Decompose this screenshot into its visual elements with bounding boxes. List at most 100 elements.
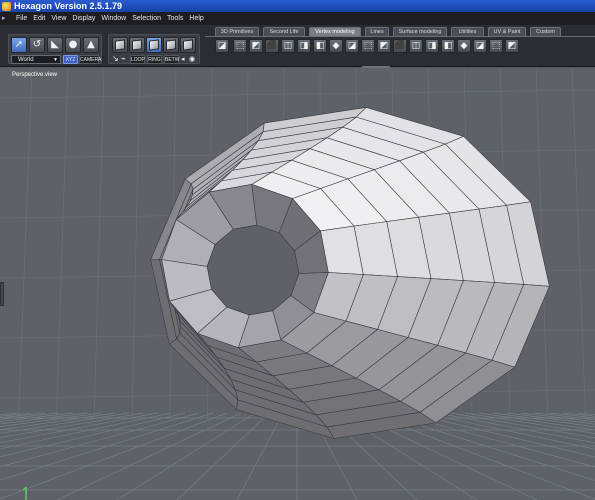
tab-utilities[interactable]: Utilities xyxy=(451,27,484,36)
torus-mesh[interactable] xyxy=(150,107,550,440)
axis-gizmo-icon xyxy=(22,486,27,500)
weld-icon: ⬛ xyxy=(266,41,278,51)
vertex-tool-button[interactable]: ◨ xyxy=(425,39,439,53)
tweak-icon[interactable]: ↘ xyxy=(112,54,119,64)
tab-surface-modeling[interactable]: Surface modeling xyxy=(393,27,447,36)
sphere-select-button[interactable]: ● xyxy=(65,37,81,53)
menu-view[interactable]: View xyxy=(48,12,69,25)
extrude-icon: ⬚ xyxy=(235,41,245,51)
vertex-tool-button[interactable]: ◪ xyxy=(473,39,487,53)
vertex-tool-button[interactable]: ⬛ xyxy=(265,39,279,53)
side-panel-handle[interactable] xyxy=(0,282,4,306)
vertex-tool-button[interactable]: ⬚ xyxy=(361,39,375,53)
tab-lines[interactable]: Lines xyxy=(365,27,389,36)
tab-strip-divider xyxy=(205,36,595,37)
vertex-tool-button[interactable]: ◆ xyxy=(329,39,343,53)
coordinate-system-select[interactable]: World ▼ xyxy=(11,55,61,64)
grid-line xyxy=(116,412,256,500)
chevron-down-icon: ▼ xyxy=(53,57,58,63)
cube-edge-icon xyxy=(132,39,142,51)
menu-tools[interactable]: Tools xyxy=(164,12,186,25)
grid-line xyxy=(436,412,595,444)
grid-line xyxy=(0,412,228,500)
grid-line xyxy=(571,68,586,419)
tab-3d-primitives[interactable]: 3D Primitives xyxy=(215,27,259,36)
grow-selection-icon[interactable]: ◂ xyxy=(181,54,185,64)
loop-button[interactable]: LOOP xyxy=(130,55,145,64)
tab-vertex-modeling[interactable]: Vertex modeling xyxy=(309,27,361,36)
toolbar: ➚ ↺ ◣ ● ▲ World ▼ XYZ CAMERA ↘ ⌁ LOOP RI… xyxy=(0,25,595,67)
bridge-icon: ◨ xyxy=(299,41,309,51)
extrude-icon: ⬚ xyxy=(491,41,501,51)
tab-uv-paint[interactable]: UV & Paint xyxy=(488,27,526,36)
camera-button[interactable]: CAMERA xyxy=(79,55,101,64)
bevel-icon: ◩ xyxy=(251,41,261,51)
grid-line xyxy=(506,412,595,425)
grid-line xyxy=(492,412,595,428)
vertex-tool-button[interactable]: ◩ xyxy=(377,39,391,53)
vertex-tool-button[interactable]: ◫ xyxy=(409,39,423,53)
cube-face-icon xyxy=(149,39,159,51)
vertex-tool-button[interactable]: ⬚ xyxy=(489,39,503,53)
vertex-tool-button[interactable]: ◩ xyxy=(505,39,519,53)
menu-edit[interactable]: Edit xyxy=(30,12,48,25)
tweak-icon: ◪ xyxy=(475,41,485,51)
cube-object-button[interactable] xyxy=(163,37,179,53)
grid-line xyxy=(450,412,595,439)
xyz-button[interactable]: XYZ xyxy=(63,55,78,64)
grid-line xyxy=(0,412,102,427)
grid-line xyxy=(520,412,595,423)
grid-line xyxy=(56,412,242,500)
paint-select-button[interactable]: ◣ xyxy=(47,37,63,53)
menu-arrow-icon[interactable]: ▸ xyxy=(2,14,11,23)
grid-line xyxy=(56,68,69,419)
vertex-tool-button[interactable]: ◫ xyxy=(281,39,295,53)
vertex-tool-button[interactable]: ◩ xyxy=(249,39,263,53)
ring-button[interactable]: RING xyxy=(147,55,162,64)
menu-window[interactable]: Window xyxy=(98,12,129,25)
select-arrow-button[interactable]: ➚ xyxy=(11,37,27,53)
universal-manipulator-icon[interactable]: ⌁ xyxy=(121,54,126,64)
grid-line xyxy=(176,412,270,500)
betw-button[interactable]: BETW xyxy=(164,55,179,64)
menu-file[interactable]: File xyxy=(13,12,30,25)
select-arrow-icon: ➚ xyxy=(14,39,24,50)
tessellate-icon: ◫ xyxy=(411,41,421,51)
shrink-selection-icon[interactable]: ◉ xyxy=(189,54,195,64)
menu-selection[interactable]: Selection xyxy=(129,12,164,25)
lasso-button[interactable]: ↺ xyxy=(29,37,45,53)
cube-vertex-button[interactable] xyxy=(112,37,128,53)
scene-canvas[interactable] xyxy=(0,68,595,500)
grid-line xyxy=(236,412,284,500)
menu-help[interactable]: Help xyxy=(186,12,206,25)
menu-bar: ▸ File Edit View Display Window Selectio… xyxy=(0,12,595,25)
lasso-icon: ↺ xyxy=(32,39,42,50)
cube-auto-button[interactable] xyxy=(180,37,196,53)
vertex-tool-button[interactable]: ◧ xyxy=(441,39,455,53)
menu-display[interactable]: Display xyxy=(69,12,98,25)
vertex-tool-button[interactable]: ◪ xyxy=(215,39,229,53)
hole-icon: ◆ xyxy=(460,41,468,51)
vertex-tool-button[interactable]: ⬚ xyxy=(233,39,247,53)
cube-face-button[interactable] xyxy=(146,37,162,53)
grid-line xyxy=(0,412,116,431)
perspective-viewport[interactable]: Perspective.view xyxy=(0,68,595,500)
cube-edge-button[interactable] xyxy=(129,37,145,53)
tweak-icon: ◪ xyxy=(217,41,227,51)
title-bar: Hexagon Version 2.5.1.79 xyxy=(0,0,595,12)
sphere-select-icon: ● xyxy=(68,39,78,50)
tweak-icon: ◪ xyxy=(347,41,357,51)
vertex-tool-button[interactable]: ◨ xyxy=(297,39,311,53)
vertex-tool-button[interactable]: ◧ xyxy=(313,39,327,53)
vertex-tool-button[interactable]: ◪ xyxy=(345,39,359,53)
extrude-icon: ⬚ xyxy=(363,41,373,51)
grid-line xyxy=(478,412,595,431)
grid-line xyxy=(394,412,595,468)
vertex-tool-button[interactable]: ⬛ xyxy=(393,39,407,53)
vertex-tool-button[interactable]: ◆ xyxy=(457,39,471,53)
tab-second-life[interactable]: Second Life xyxy=(263,27,305,36)
tab-custom[interactable]: Custom xyxy=(530,27,561,36)
magnet-button[interactable]: ▲ xyxy=(83,37,99,53)
hexagon-app-icon[interactable] xyxy=(2,1,11,11)
hole-icon: ◆ xyxy=(332,41,340,51)
